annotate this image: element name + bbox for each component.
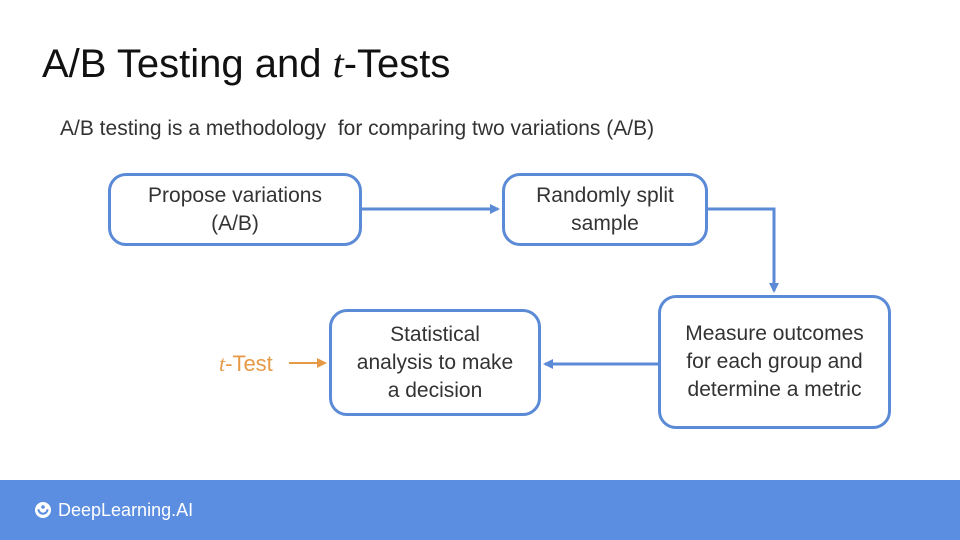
title-italic-t: t	[332, 41, 344, 86]
slide-subtitle: A/B testing is a methodology for compari…	[60, 117, 655, 140]
step-randomly-split-sample: Randomly split sample	[502, 173, 708, 246]
step-measure-outcomes: Measure outcomes for each group and dete…	[658, 295, 891, 429]
brand-logo: DeepLearning.AI	[34, 499, 193, 521]
slide-title: A/B Testing and t-Tests	[42, 38, 450, 90]
t-test-suffix: -Test	[225, 351, 273, 376]
brand-name: DeepLearning.AI	[58, 500, 194, 520]
arrow-split-to-measure	[708, 207, 779, 293]
title-suffix: -Tests	[343, 42, 451, 86]
t-test-label: t-Test	[219, 350, 273, 378]
step-propose-variations: Propose variations (A/B)	[108, 173, 362, 246]
deeplearning-logo-icon	[35, 502, 51, 518]
step-statistical-analysis: Statistical analysis to make a decision	[329, 309, 541, 416]
title-prefix: A/B Testing and	[42, 42, 333, 86]
